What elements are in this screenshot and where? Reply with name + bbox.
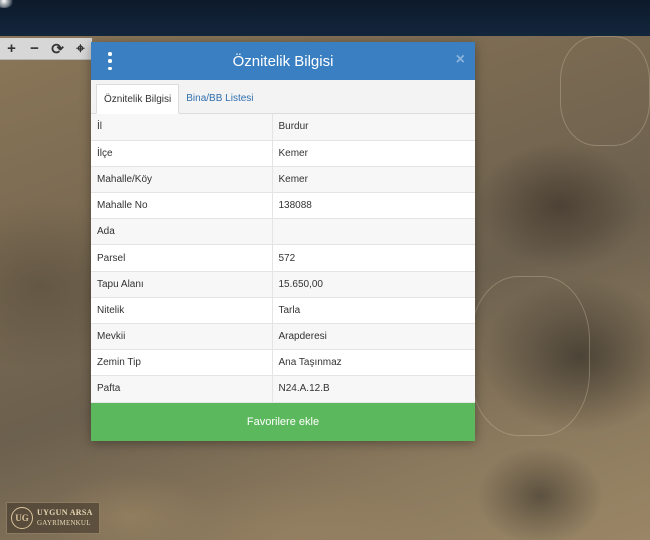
attribute-value: Burdur <box>272 114 475 141</box>
attribute-key: Ada <box>91 218 273 246</box>
attribute-key: İl <box>91 114 273 141</box>
attribute-value: 15.650,00 <box>272 271 475 298</box>
attribute-value: N24.A.12.B <box>272 375 475 403</box>
tab-building-list[interactable]: Bina/BB Listesi <box>179 83 260 113</box>
attribute-value: Tarla <box>272 297 475 325</box>
logo-line1: UYGUN ARSA <box>37 508 93 517</box>
attribute-key: Tapu Alanı <box>91 271 273 298</box>
table-row: Zemin Tip Ana Taşınmaz <box>91 349 475 377</box>
attribute-value <box>272 218 475 246</box>
attribute-key: İlçe <box>91 140 273 167</box>
logo-line2: GAYRİMENKUL <box>37 519 91 527</box>
top-bar <box>0 0 650 36</box>
attribute-value: Kemer <box>272 140 475 167</box>
attribute-value: Kemer <box>272 166 475 194</box>
map-track <box>470 276 590 436</box>
attribute-value: Ana Taşınmaz <box>272 349 475 377</box>
refresh-icon[interactable]: ⟳ <box>46 38 69 60</box>
table-row: Parsel 572 <box>91 244 475 272</box>
tab-attribute-info[interactable]: Öznitelik Bilgisi <box>96 84 180 114</box>
more-options-icon[interactable] <box>105 52 115 70</box>
attribute-value: 138088 <box>272 192 475 220</box>
close-icon[interactable]: × <box>456 51 465 69</box>
attribute-key: Nitelik <box>91 297 273 325</box>
dialog-header: Öznitelik Bilgisi × <box>91 42 475 80</box>
table-row: Nitelik Tarla <box>91 297 475 325</box>
light-glow <box>0 0 14 8</box>
table-row: Mahalle No 138088 <box>91 192 475 220</box>
dialog-tabs: Öznitelik Bilgisi Bina/BB Listesi <box>91 80 475 114</box>
table-row: Tapu Alanı 15.650,00 <box>91 271 475 298</box>
attribute-key: Mahalle No <box>91 192 273 220</box>
map-toolbar: + − ⟳ ⌖ <box>0 38 92 60</box>
attribute-key: Mahalle/Köy <box>91 166 273 194</box>
table-row: İlçe Kemer <box>91 140 475 167</box>
table-row: Ada <box>91 218 475 246</box>
company-logo: UG UYGUN ARSA GAYRİMENKUL <box>6 502 100 534</box>
attribute-key: Pafta <box>91 375 273 403</box>
attribute-dialog: Öznitelik Bilgisi × Öznitelik Bilgisi Bi… <box>91 42 475 441</box>
attribute-key: Zemin Tip <box>91 349 273 377</box>
attribute-table: İl Burdur İlçe Kemer Mahalle/Köy Kemer Mahalle… <box>91 114 475 403</box>
table-row: İl Burdur <box>91 114 475 141</box>
logo-text: UYGUN ARSA GAYRİMENKUL <box>37 508 93 528</box>
attribute-key: Mevkii <box>91 323 273 351</box>
locate-icon[interactable]: ⌖ <box>69 38 92 60</box>
zoom-out-button[interactable]: − <box>23 38 46 60</box>
table-row: Pafta N24.A.12.B <box>91 375 475 403</box>
logo-seal: UG <box>11 507 33 529</box>
table-row: Mevkii Arapderesi <box>91 323 475 351</box>
attribute-value: 572 <box>272 244 475 272</box>
table-row: Mahalle/Köy Kemer <box>91 166 475 194</box>
add-favorite-button[interactable]: Favorilere ekle <box>91 403 475 441</box>
zoom-in-button[interactable]: + <box>0 38 23 60</box>
dialog-title: Öznitelik Bilgisi <box>232 52 334 70</box>
map-track <box>560 36 650 146</box>
attribute-value: Arapderesi <box>272 323 475 351</box>
attribute-key: Parsel <box>91 244 273 272</box>
